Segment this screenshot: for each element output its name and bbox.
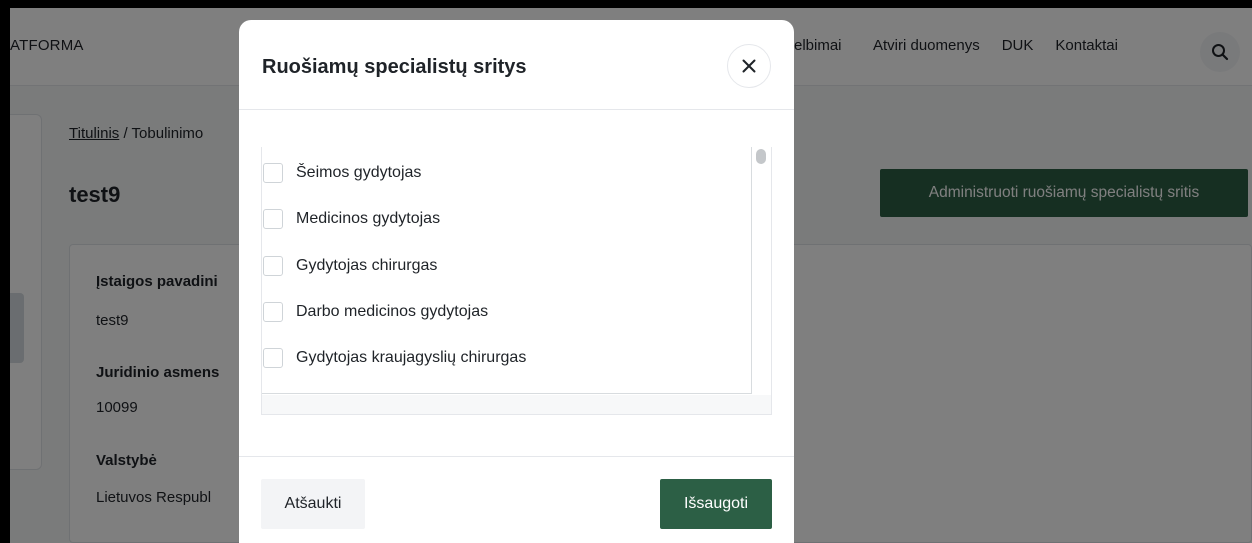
option-label: Gydytojas kraujagyslių chirurgas — [296, 349, 527, 366]
list-item[interactable]: Darbo medicinos gydytojas — [262, 297, 742, 327]
list-item[interactable]: Gydytojas chirurgas — [262, 251, 742, 281]
scrollbar-track[interactable] — [754, 147, 771, 394]
option-label: Darbo medicinos gydytojas — [296, 303, 489, 320]
cancel-button[interactable]: Atšaukti — [261, 479, 365, 529]
checkbox[interactable] — [263, 163, 283, 183]
option-label: Šeimos gydytojas — [296, 164, 422, 181]
list-item[interactable]: Šeimos gydytojas — [262, 158, 742, 188]
modal-footer: Atšaukti Išsaugoti — [239, 456, 794, 543]
save-button[interactable]: Išsaugoti — [660, 479, 772, 529]
list-item[interactable]: Gydytojas kraujagyslių chirurgas — [262, 343, 742, 373]
scrollbar-thumb[interactable] — [756, 149, 766, 164]
checkbox[interactable] — [263, 348, 283, 368]
checkbox[interactable] — [263, 256, 283, 276]
checkbox[interactable] — [263, 302, 283, 322]
list-item[interactable]: Medicinos gydytojas — [262, 204, 742, 234]
specialties-modal: Ruošiamų specialistų sritys Šeimos gydyt… — [239, 20, 794, 543]
close-button[interactable] — [727, 44, 771, 88]
specialties-list: Šeimos gydytojas Medicinos gydytojas Gyd… — [261, 147, 772, 415]
modal-header: Ruošiamų specialistų sritys — [239, 20, 794, 110]
option-label: Medicinos gydytojas — [296, 210, 441, 227]
close-icon — [742, 59, 756, 73]
option-label: Gydytojas chirurgas — [296, 257, 438, 274]
checkbox[interactable] — [263, 209, 283, 229]
list-bottom-strip — [262, 395, 771, 414]
modal-title: Ruošiamų specialistų sritys — [262, 56, 527, 78]
